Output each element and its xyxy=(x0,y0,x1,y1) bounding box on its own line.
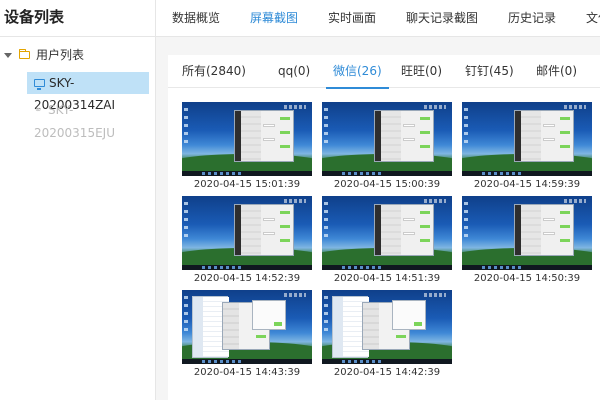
screenshot-item[interactable]: 2020-04-15 15:00:39 xyxy=(322,102,452,193)
screenshot-thumbnail[interactable] xyxy=(322,102,452,176)
top-navigation: 数据概览 屏幕截图 实时画面 聊天记录截图 历史记录 文件 xyxy=(156,0,600,37)
screenshot-thumbnail[interactable] xyxy=(182,102,312,176)
desktop-icons xyxy=(184,108,188,148)
screenshot-thumbnail[interactable] xyxy=(322,290,452,364)
screenshot-item[interactable]: 2020-04-15 14:43:39 xyxy=(182,290,312,381)
desktop-widgets xyxy=(424,199,446,203)
screenshot-timestamp: 2020-04-15 14:51:39 xyxy=(333,273,441,284)
filter-tab-dingtalk[interactable]: 钉钉(45) xyxy=(465,55,514,88)
screenshot-item[interactable]: 2020-04-15 14:52:39 xyxy=(182,196,312,287)
taskbar xyxy=(182,359,312,364)
desktop-widgets xyxy=(564,199,586,203)
screenshot-thumbnail[interactable] xyxy=(322,196,452,270)
filter-tab-wangwang[interactable]: 旺旺(0) xyxy=(401,55,442,88)
chat-window xyxy=(514,204,574,256)
desktop-widgets xyxy=(424,105,446,109)
taskbar xyxy=(462,265,592,270)
desktop-icons xyxy=(324,296,328,336)
sidebar-title: 设备列表 xyxy=(0,0,155,37)
screenshot-timestamp: 2020-04-15 14:42:39 xyxy=(333,367,441,378)
desktop-icons xyxy=(464,108,468,148)
main-content: 所有(2840) qq(0) 微信(26) 旺旺(0) 钉钉(45) 邮件(0)… xyxy=(156,37,600,400)
screenshot-timestamp: 2020-04-15 14:50:39 xyxy=(473,273,581,284)
monitor-icon xyxy=(34,78,45,90)
chat-window xyxy=(374,110,434,162)
disconnected-icon: ⚭ xyxy=(34,104,43,116)
screenshot-timestamp: 2020-04-15 15:00:39 xyxy=(333,179,441,190)
dialog-window xyxy=(252,300,286,330)
screenshot-thumbnail[interactable] xyxy=(182,290,312,364)
desktop-widgets xyxy=(284,293,306,297)
screenshot-item[interactable]: 2020-04-15 15:01:39 xyxy=(182,102,312,193)
taskbar xyxy=(182,265,312,270)
screenshot-item[interactable]: 2020-04-15 14:59:39 xyxy=(462,102,592,193)
screenshot-timestamp: 2020-04-15 15:01:39 xyxy=(193,179,301,190)
desktop-icons xyxy=(184,202,188,242)
chat-window xyxy=(234,204,294,256)
screenshot-timestamp: 2020-04-15 14:59:39 xyxy=(473,179,581,190)
screenshot-item[interactable]: 2020-04-15 14:42:39 xyxy=(322,290,452,381)
desktop-widgets xyxy=(284,105,306,109)
tab-screenshots[interactable]: 屏幕截图 xyxy=(250,0,298,36)
taskbar xyxy=(322,171,452,176)
caret-down-icon[interactable] xyxy=(4,53,12,58)
device-tree: 用户列表 SKY-20200314ZAI ⚭ SKY-20200315EJU xyxy=(0,37,155,140)
chat-window xyxy=(514,110,574,162)
desktop-icons xyxy=(324,202,328,242)
taskbar xyxy=(322,359,452,364)
chat-window xyxy=(374,204,434,256)
folder-icon xyxy=(19,48,30,59)
chat-window xyxy=(234,110,294,162)
app-filter-tabs: 所有(2840) qq(0) 微信(26) 旺旺(0) 钉钉(45) 邮件(0) xyxy=(168,55,600,89)
desktop-widgets xyxy=(564,105,586,109)
screenshot-item[interactable]: 2020-04-15 14:50:39 xyxy=(462,196,592,287)
taskbar xyxy=(462,171,592,176)
desktop-icons xyxy=(464,202,468,242)
screenshot-timestamp: 2020-04-15 14:43:39 xyxy=(193,367,301,378)
screenshot-thumbnail[interactable] xyxy=(462,196,592,270)
screenshot-timestamp: 2020-04-15 14:52:39 xyxy=(193,273,301,284)
device-sidebar: 设备列表 用户列表 SKY-20200314ZAI ⚭ SKY-20200315E… xyxy=(0,0,156,400)
screenshot-thumbnail[interactable] xyxy=(182,196,312,270)
taskbar xyxy=(182,171,312,176)
taskbar xyxy=(322,265,452,270)
tree-node-user-list[interactable]: 用户列表 xyxy=(0,43,155,67)
desktop-widgets xyxy=(284,199,306,203)
screenshot-panel: 所有(2840) qq(0) 微信(26) 旺旺(0) 钉钉(45) 邮件(0)… xyxy=(168,55,600,400)
desktop-icons xyxy=(324,108,328,148)
device-item-0[interactable]: SKY-20200314ZAI xyxy=(27,72,149,112)
tab-live-view[interactable]: 实时画面 xyxy=(328,0,376,36)
tab-files[interactable]: 文件 xyxy=(586,0,600,36)
app-window: 设备列表 用户列表 SKY-20200314ZAI ⚭ SKY-20200315E… xyxy=(0,0,600,400)
tab-history[interactable]: 历史记录 xyxy=(508,0,556,36)
desktop-widgets xyxy=(424,293,446,297)
screenshot-item[interactable]: 2020-04-15 14:51:39 xyxy=(322,196,452,287)
filter-tab-qq[interactable]: qq(0) xyxy=(278,55,310,88)
screenshot-thumbnail[interactable] xyxy=(462,102,592,176)
dialog-window xyxy=(392,300,426,330)
filter-tab-mail[interactable]: 邮件(0) xyxy=(536,55,577,88)
filter-tab-wechat[interactable]: 微信(26) xyxy=(326,55,389,89)
desktop-icons xyxy=(184,296,188,336)
tab-chat-screenshots[interactable]: 聊天记录截图 xyxy=(406,0,478,36)
tree-node-label: 用户列表 xyxy=(36,48,85,62)
tab-data-overview[interactable]: 数据概览 xyxy=(172,0,220,36)
filter-tab-all[interactable]: 所有(2840) xyxy=(182,55,246,88)
